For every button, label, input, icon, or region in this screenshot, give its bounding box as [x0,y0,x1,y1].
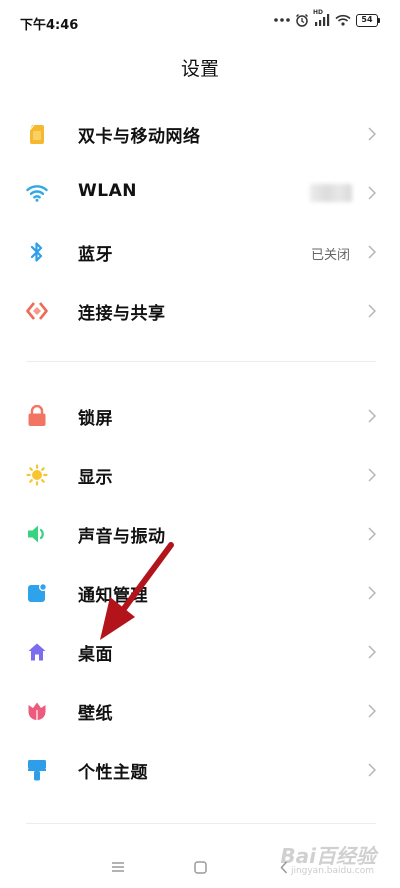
chevron-right-icon [368,303,377,322]
page-title: 设置 [180,58,219,80]
watermark-url: jingyan.baidu.com [290,866,374,876]
bluetooth-status: 已关闭 [310,248,350,263]
section-divider [26,361,376,362]
settings-item-sound[interactable]: 声音与振动 [0,504,400,562]
chevron-right-icon [368,185,377,204]
home-icon [26,641,48,663]
settings-item-label: 声音与振动 [78,527,166,547]
settings-item-label: 锁屏 [78,409,113,429]
settings-item-sim[interactable]: 双卡与移动网络 [0,104,400,162]
watermark-logo: Bai百经验 [280,844,376,868]
chevron-right-icon [368,644,377,663]
settings-item-label: 壁纸 [78,704,113,724]
status-icons: HD 54 [274,9,380,27]
settings-item-share[interactable]: 连接与共享 [0,281,400,339]
settings-item-label: 桌面 [78,645,113,665]
settings-item-label: WLAN [78,181,137,201]
chevron-right-icon [368,703,377,722]
signal-icon: HD [313,9,330,26]
bluetooth-icon [26,241,48,263]
settings-item-bluetooth[interactable]: 蓝牙 已关闭 [0,222,400,280]
paint-brush-icon [26,759,48,781]
chevron-right-icon [368,762,377,781]
settings-item-notifications[interactable]: 通知管理 [0,563,400,621]
flower-icon [26,700,48,722]
alarm-icon [295,13,309,27]
chevron-right-icon [368,408,377,427]
chevron-right-icon [368,467,377,486]
chevron-right-icon [368,244,377,263]
settings-item-label: 双卡与移动网络 [78,127,201,147]
sim-card-icon [26,123,48,145]
chevron-right-icon [368,585,377,604]
chevron-right-icon [368,526,377,545]
settings-item-label: 显示 [78,468,113,488]
more-dots-icon [274,17,290,23]
connection-share-icon [26,300,48,322]
notification-icon [26,582,48,604]
settings-item-wlan[interactable]: WLAN [0,163,400,221]
status-time: 下午4:46 [20,18,79,33]
battery-level: 54 [356,13,378,27]
menu-button[interactable] [107,856,129,878]
settings-item-home-screen[interactable]: 桌面 [0,622,400,680]
sun-icon [26,464,48,486]
wifi-status-icon [335,14,351,26]
settings-item-wallpaper[interactable]: 壁纸 [0,681,400,739]
settings-item-themes[interactable]: 个性主题 [0,740,400,798]
lock-icon [26,405,48,427]
status-bar: 下午4:46 HD 54 [0,0,400,46]
settings-item-label: 通知管理 [78,586,148,606]
wlan-network-name-blurred [310,184,352,202]
settings-item-label: 蓝牙 [78,245,113,265]
battery-icon: 54 [356,13,380,27]
wifi-icon [26,182,48,204]
settings-item-lock-screen[interactable]: 锁屏 [0,386,400,444]
section-divider [26,823,376,824]
settings-item-label: 个性主题 [78,763,148,783]
hd-label: HD [313,9,324,16]
chevron-right-icon [368,126,377,145]
settings-item-display[interactable]: 显示 [0,445,400,503]
speaker-icon [26,523,48,545]
home-button[interactable] [189,856,211,878]
settings-item-label: 连接与共享 [78,304,166,324]
